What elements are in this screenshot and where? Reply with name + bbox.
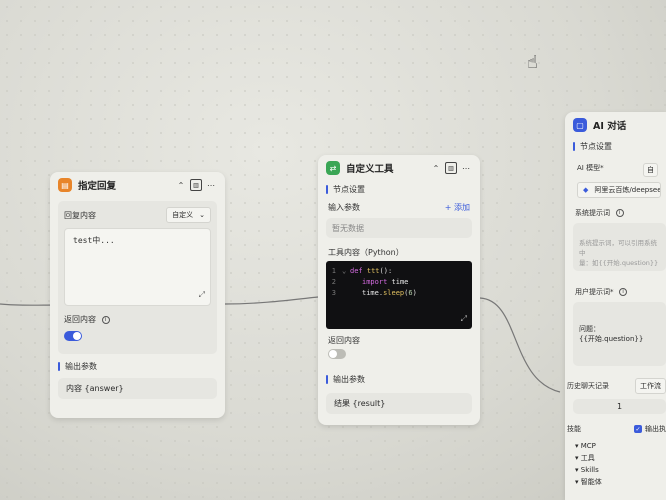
reply-text-value: test中... [73,236,115,245]
tool-output-value: 结果 {result} [334,399,386,408]
reply-mode-select[interactable]: 自定义 ⌄ [166,207,211,223]
ai-node-header[interactable]: ▢ AI 对话 [565,112,666,138]
history-select[interactable]: 工作流 [635,378,666,394]
history-count-value: 1 [616,402,623,411]
collapse-icon[interactable]: ⌃ [430,162,442,174]
ai-node-title: AI 对话 [593,121,627,132]
info-icon: i [619,287,628,296]
tool-settings-section: 节点设置 [318,181,480,198]
reply-output-section: 输出参数 [50,358,225,375]
code-line: 1 ⌄ def ttt(): [331,266,393,275]
reply-mode-value: 自定义 [172,211,194,219]
ai-node[interactable]: ▢ AI 对话 节点设置 AI 模型* 自 ◆ 阿里云百炼/deepsee 系统… [565,112,666,500]
more-icon[interactable]: ⋯ [205,179,217,191]
reply-content-label: 回复内容 [64,210,96,220]
ai-model-select[interactable]: ◆ 阿里云百炼/deepsee [577,182,661,198]
stats-icon[interactable]: ▥ [190,179,202,191]
tool-node[interactable]: ⇄ 自定义工具 ⌃ ▥ ⋯ 节点设置 输入参数 + 添加 暂无数据 工具内容（P… [318,155,480,425]
skill-item-agent[interactable]: ▾ 智能体 [575,476,666,488]
tool-return-toggle[interactable] [328,349,346,359]
reply-node[interactable]: ▤ 指定回复 ⌃ ▥ ⋯ 回复内容 自定义 ⌄ test中... ⤢ 返回内容 … [50,172,225,418]
expand-icon[interactable]: ⤢ [461,314,467,324]
tool-return-label: 返回内容 [328,336,360,345]
tool-output-section: 输出参数 [318,371,480,388]
tool-icon: ⇄ [326,161,340,175]
skills-label: 技能 [567,425,581,433]
sys-prompt-label: 系统提示词 [575,209,610,217]
reply-return-label: 返回内容 [64,315,96,324]
skill-item-skills[interactable]: ▾ Skills [575,464,666,476]
expand-icon[interactable]: ⤢ [199,290,205,300]
reply-output-panel: 内容 {answer} [58,378,217,399]
output-checkbox[interactable]: ✓ [634,425,642,433]
reply-return-toggle[interactable] [64,331,82,341]
tool-node-header[interactable]: ⇄ 自定义工具 ⌃ ▥ ⋯ [318,155,480,181]
history-count-input[interactable]: 1 [573,399,666,414]
add-param-button[interactable]: + 添加 [445,202,470,213]
reply-output-label: 输出参数 [65,362,97,371]
info-icon: i [615,208,624,217]
chevron-down-icon: ⌄ [199,211,205,219]
tool-settings-label: 节点设置 [333,185,365,194]
ai-settings-label: 节点设置 [580,142,612,151]
tool-input-label: 输入参数 [328,203,360,212]
model-provider-icon: ◆ [583,186,589,194]
code-editor[interactable]: 1 ⌄ def ttt(): 2 import time 3 time.slee… [326,261,472,329]
more-icon[interactable]: ⋯ [460,162,472,174]
ai-model-value: 阿里云百炼/deepsee [594,186,661,194]
sys-prompt-input[interactable]: 系统提示词，可以引用系统中 量：如{{开始.question}} [573,223,666,271]
tool-output-label: 输出参数 [333,375,365,384]
tool-input-panel: 暂无数据 [326,218,472,238]
collapse-icon[interactable]: ⌃ [175,179,187,191]
tool-node-title: 自定义工具 [346,164,394,175]
output-check-label: 输出执 [645,425,666,433]
history-label: 历史聊天记录 [567,382,609,390]
edge-tool-to-ai [479,297,561,393]
tool-output-panel: 结果 {result} [326,393,472,414]
code-line: 3 time.sleep(6) [331,288,417,297]
reply-node-title: 指定回复 [78,181,117,192]
user-prompt-label: 用户提示词* [575,288,614,296]
chat-icon: ▢ [573,118,587,132]
sys-prompt-placeholder: 系统提示词，可以引用系统中 量：如{{开始.question}} [579,239,659,267]
user-prompt-value: 问题： {{开始.question}} [579,325,644,343]
edge-reply-to-tool [224,296,319,305]
mouse-cursor-icon: ☝ [527,52,538,73]
ai-settings-section: 节点设置 [565,138,666,155]
skill-item-tools[interactable]: ▾ 工具 [575,452,666,464]
edge-left-in [0,303,56,306]
ai-model-label: AI 模型* [577,164,604,172]
info-icon: i [101,315,110,324]
ai-model-side[interactable]: 自 [643,163,658,177]
reply-content-panel: 回复内容 自定义 ⌄ test中... ⤢ 返回内容 i [58,201,217,354]
tool-empty-text: 暂无数据 [332,224,364,233]
reply-icon: ▤ [58,178,72,192]
reply-text-input[interactable]: test中... ⤢ [64,228,211,306]
skill-item-mcp[interactable]: ▾ MCP [575,440,666,452]
tool-code-label: 工具内容（Python） [328,248,404,257]
reply-node-header[interactable]: ▤ 指定回复 ⌃ ▥ ⋯ [50,172,225,198]
reply-output-value: 内容 {answer} [66,384,124,393]
stats-icon[interactable]: ▥ [445,162,457,174]
user-prompt-input[interactable]: 问题： {{开始.question}} [573,302,666,366]
code-line: 2 import time [331,277,409,286]
